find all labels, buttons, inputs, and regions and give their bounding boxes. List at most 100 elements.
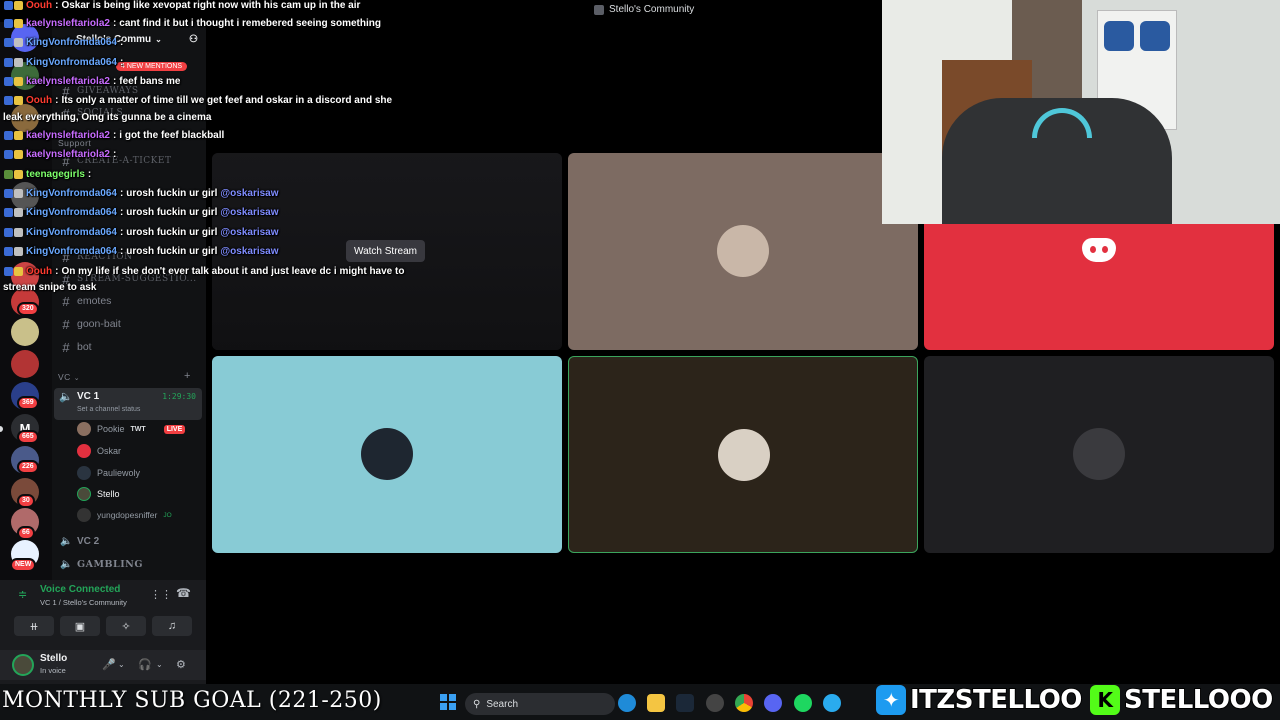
watch-stream-button[interactable]: Watch Stream	[346, 240, 425, 262]
channel-stream-suggestions[interactable]: # STREAM-SUGGESTIO...	[60, 270, 197, 288]
spotify-icon[interactable]	[794, 694, 812, 712]
voice-channel-link[interactable]: VC 1 / Stello's Community	[40, 598, 127, 607]
mention-badge: 665	[17, 430, 39, 444]
server-icon	[594, 4, 604, 15]
voice-channel-gambling[interactable]: 🔈 GAMBLING	[60, 555, 143, 573]
voice-status: Voice Connected	[40, 584, 121, 595]
participant-tile[interactable]	[568, 153, 918, 350]
screen-share-button[interactable]: ▣	[60, 616, 100, 636]
window-title: Stello's Community	[594, 4, 694, 15]
participant-avatar	[1073, 428, 1125, 480]
soundboard-button[interactable]: ♫	[152, 616, 192, 636]
headphones-icon[interactable]: 🎧	[138, 658, 152, 671]
vc-member[interactable]: Pookie TWT LIVE	[77, 420, 186, 438]
server-header[interactable]: Stello's Commu ⌄ ⚇	[60, 30, 202, 48]
participant-tile[interactable]	[924, 224, 1274, 350]
direct-messages-icon[interactable]	[11, 24, 39, 52]
voice-channel-vc1[interactable]: 🔈 VC 1 1:29:30 Set a channel status	[54, 388, 202, 420]
sub-goal-label: MONTHLY SUB GOAL (221-250)	[2, 688, 382, 713]
mention-badge: 226	[17, 460, 39, 474]
file-explorer-icon[interactable]	[647, 694, 665, 712]
twitter-icon: ✦	[876, 685, 906, 715]
channel-reaction[interactable]: # REACTION	[60, 248, 133, 266]
participant-tile[interactable]	[212, 356, 562, 553]
server-name: Stello's Commu	[76, 33, 152, 45]
discord-icon[interactable]	[764, 694, 782, 712]
speaker-icon: 🔈	[60, 535, 73, 547]
new-mentions-pill[interactable]: 4 NEW MENTIONS	[116, 62, 188, 71]
camera-off-icon: ⧺	[29, 620, 39, 633]
voice-channel-vc2[interactable]: 🔈 VC 2	[60, 532, 99, 550]
hash-icon: #	[62, 83, 70, 99]
edge-icon[interactable]	[618, 694, 636, 712]
taskbar-search[interactable]: ⚲ Search	[465, 693, 615, 715]
participant-tile[interactable]	[924, 356, 1274, 553]
discord-icon	[1082, 238, 1116, 262]
user-avatar[interactable]	[12, 654, 34, 676]
chevron-down-icon[interactable]: ⌄	[156, 660, 163, 669]
webcam-overlay	[882, 0, 1280, 224]
avatar	[77, 466, 91, 480]
disconnect-icon[interactable]: ☎	[176, 586, 191, 600]
activities-icon: ✧	[121, 620, 131, 633]
add-channel-icon[interactable]: +	[184, 370, 190, 382]
participant-avatar	[718, 429, 770, 481]
add-member-icon[interactable]: ⚇	[189, 34, 198, 45]
noise-suppression-icon[interactable]: ⋮⋮	[150, 588, 172, 601]
avatar	[77, 487, 91, 501]
server-icon[interactable]	[11, 318, 39, 346]
server-icon[interactable]	[11, 262, 39, 290]
server-icon[interactable]	[11, 182, 39, 210]
chevron-down-icon: ⌄	[73, 375, 81, 382]
windows-start-icon[interactable]	[440, 694, 456, 710]
vc-member[interactable]: Stello	[77, 485, 120, 503]
chrome-icon[interactable]	[735, 694, 753, 712]
channel-emotes[interactable]: # emotes	[60, 292, 111, 310]
chevron-down-icon[interactable]: ⌄	[118, 660, 125, 669]
hash-icon: #	[62, 153, 70, 169]
hash-icon: #	[62, 271, 70, 287]
user-status: In voice	[40, 666, 66, 675]
steam-icon[interactable]	[676, 694, 694, 712]
kick-icon: K	[1090, 685, 1120, 715]
new-badge: NEW	[10, 558, 37, 572]
channel-socials[interactable]: # SOCIALS	[60, 104, 123, 122]
server-icon[interactable]	[11, 104, 39, 132]
telegram-icon[interactable]	[823, 694, 841, 712]
participant-tile-speaking[interactable]	[568, 356, 918, 553]
microphone-icon[interactable]: 🎤	[102, 658, 116, 671]
vc-member[interactable]: Oskar	[77, 442, 121, 460]
category-vc[interactable]: VC ⌄	[58, 372, 80, 382]
user-panel: Stello In voice 🎤 ⌄ 🎧 ⌄ ⚙	[0, 650, 206, 680]
vc-member[interactable]: yungdopesniffer JO	[77, 506, 172, 524]
chevron-down-icon: ⌄	[155, 34, 162, 44]
user-name: Stello	[40, 653, 68, 664]
hash-icon: #	[62, 339, 70, 355]
channel-bot[interactable]: # bot	[60, 338, 91, 356]
hash-icon: #	[62, 105, 70, 121]
channel-create-ticket[interactable]: # CREATE-A-TICKET	[60, 152, 171, 170]
server-icon[interactable]	[11, 350, 39, 378]
screen-share-icon: ▣	[74, 620, 86, 633]
avatar	[77, 444, 91, 458]
participant-avatar	[717, 225, 769, 277]
settings-gear-icon[interactable]: ⚙	[176, 658, 186, 671]
mention-badge: 369	[17, 396, 39, 410]
app-icon[interactable]	[706, 694, 724, 712]
unread-indicator	[0, 426, 3, 432]
twitter-handle: ✦ ITZSTELLOO	[876, 682, 1083, 718]
live-badge: LIVE	[163, 424, 186, 434]
vc-member[interactable]: Pauliewoly	[77, 464, 140, 482]
search-icon: ⚲	[473, 698, 481, 710]
channel-sidebar: Stello's Commu ⌄ ⚇ 4 NEW MENTIONS # GIVE…	[52, 22, 206, 580]
soundboard-icon: ♫	[167, 620, 177, 632]
category-support[interactable]: Support	[58, 138, 91, 148]
mention-badge: 30	[17, 494, 35, 508]
avatar	[77, 422, 91, 436]
channel-giveaways[interactable]: # GIVEAWAYS	[60, 82, 139, 100]
activities-button[interactable]: ✧	[106, 616, 146, 636]
camera-off-button[interactable]: ⧺	[14, 616, 54, 636]
channel-goon-bait[interactable]: # goon-bait	[60, 315, 120, 333]
avatar	[77, 508, 91, 522]
server-icon[interactable]	[11, 62, 39, 90]
